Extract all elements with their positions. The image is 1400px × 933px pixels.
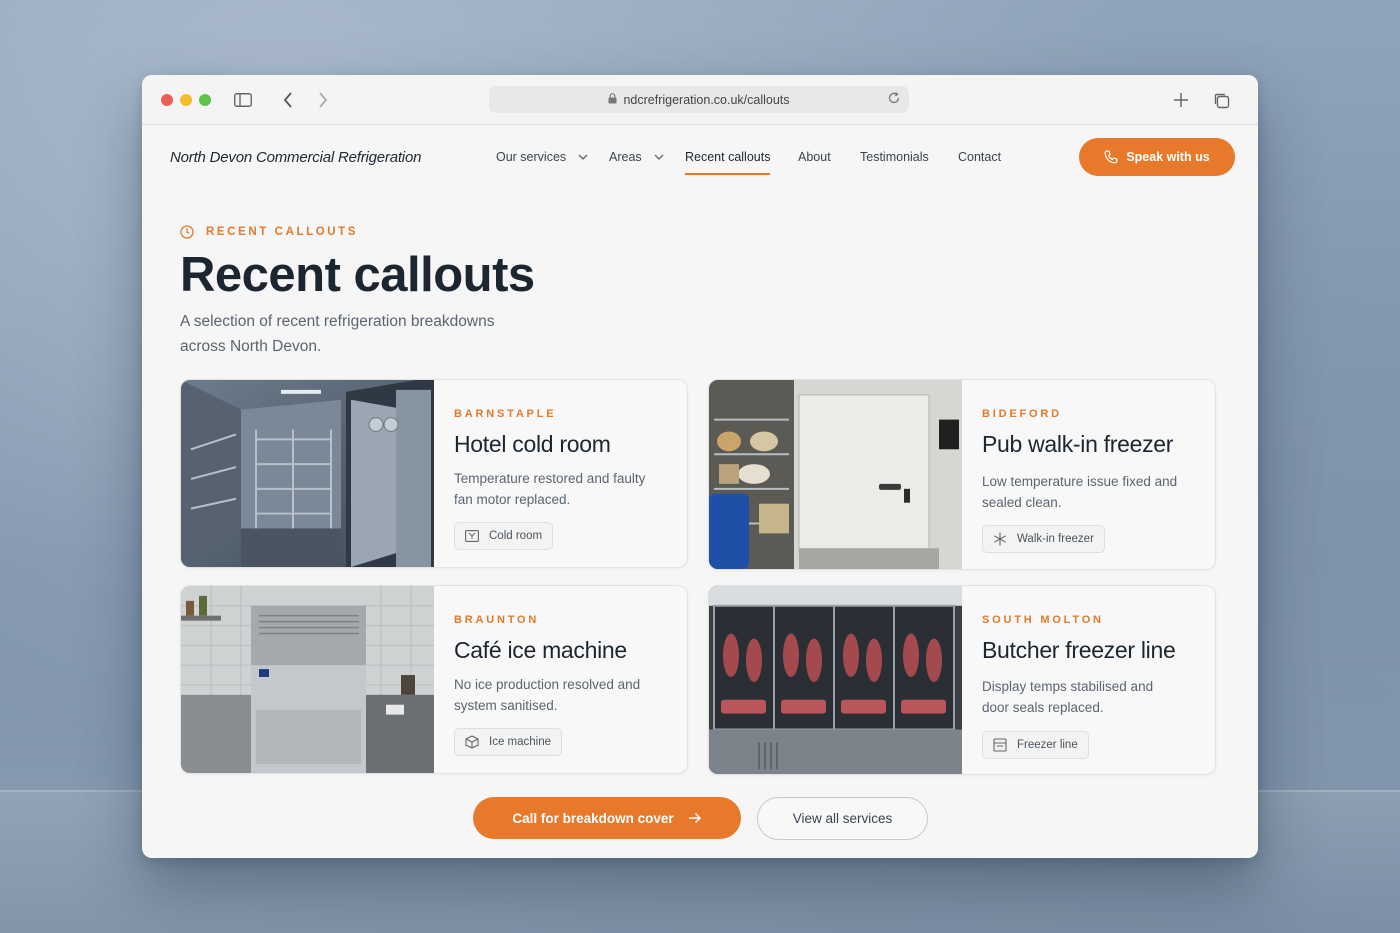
- address-bar[interactable]: ndcrefrigeration.co.uk/callouts: [489, 86, 909, 113]
- page-subtitle: A selection of recent refrigeration brea…: [180, 313, 495, 355]
- minimize-window-button[interactable]: [180, 94, 192, 106]
- nav-item-contact[interactable]: Contact: [958, 150, 1001, 164]
- nav-item-recent-callouts[interactable]: Recent callouts: [685, 150, 771, 175]
- callout-tag: Cold room: [454, 522, 554, 550]
- nav-item-label: Recent callouts: [685, 150, 771, 164]
- back-icon[interactable]: [277, 89, 299, 111]
- callout-tag-label: Freezer line: [1017, 739, 1078, 751]
- callout-card[interactable]: BIDEFORD Pub walk-in freezer Low tempera…: [708, 379, 1216, 570]
- nav-item-label: Areas: [609, 150, 642, 164]
- callout-title: Butcher freezer line: [982, 637, 1176, 663]
- secondary-cta-label: View all services: [792, 811, 893, 826]
- callout-location: BRAUNTON: [454, 614, 540, 626]
- nav-item-testimonials[interactable]: Testimonials: [860, 150, 929, 164]
- maximize-window-button[interactable]: [199, 94, 211, 106]
- url-text: ndcrefrigeration.co.uk/callouts: [623, 92, 790, 107]
- sidebar-toggle-icon[interactable]: [232, 89, 254, 111]
- primary-cta-label: Call for breakdown cover: [512, 810, 674, 826]
- callout-location: SOUTH MOLTON: [982, 614, 1104, 626]
- call-breakdown-cover-button[interactable]: Call for breakdown cover: [473, 797, 741, 839]
- page-title: Recent callouts: [180, 248, 535, 302]
- walk-in-freezer-photo: [709, 380, 962, 569]
- callout-description: Display temps stabilised and door seals …: [982, 679, 1154, 715]
- callout-title: Café ice machine: [454, 637, 627, 663]
- section-eyebrow: RECENT CALLOUTS: [180, 225, 358, 239]
- reload-icon[interactable]: [887, 91, 901, 108]
- nav-item-about[interactable]: About: [798, 150, 831, 164]
- nav-item-label: About: [798, 150, 831, 164]
- close-window-button[interactable]: [161, 94, 173, 106]
- callout-description: Low temperature issue fixed and sealed c…: [982, 474, 1178, 510]
- speak-with-us-button[interactable]: Speak with us: [1079, 138, 1235, 176]
- arrow-right-icon: [688, 812, 701, 824]
- cold-room-icon: [465, 530, 479, 542]
- nav-item-label: Our services: [496, 150, 567, 164]
- nav-item-label: Testimonials: [860, 150, 929, 164]
- new-tab-icon[interactable]: [1170, 89, 1192, 111]
- callout-title: Hotel cold room: [454, 431, 611, 457]
- freezer-icon: [993, 738, 1007, 752]
- nav-item-label: Contact: [958, 150, 1002, 164]
- callout-tag-label: Cold room: [489, 530, 543, 542]
- snowflake-icon: [994, 532, 1006, 546]
- cold-room-photo: [181, 380, 434, 567]
- callout-card[interactable]: BRAUNTON Café ice machine No ice product…: [180, 585, 688, 774]
- browser-window: ndcrefrigeration.co.uk/callouts North De…: [142, 75, 1258, 858]
- callout-title: Pub walk-in freezer: [982, 431, 1174, 457]
- nav-item-our-services[interactable]: Our services: [496, 150, 590, 164]
- callout-tag: Walk-in freezer: [982, 525, 1105, 553]
- callout-description: No ice production resolved and system sa…: [454, 677, 641, 713]
- view-all-services-button[interactable]: View all services: [757, 797, 928, 840]
- callout-location: BARNSTAPLE: [454, 408, 557, 420]
- chevron-down-icon: [578, 154, 588, 160]
- tab-overview-icon[interactable]: [1210, 89, 1232, 111]
- callout-tag: Freezer line: [982, 731, 1089, 759]
- site-header: North Devon Commercial Refrigeration Our…: [142, 125, 1258, 190]
- callout-card[interactable]: BARNSTAPLE Hotel cold room Temperature r…: [180, 379, 688, 568]
- nav-item-areas[interactable]: Areas: [609, 150, 666, 164]
- callout-tag: Ice machine: [454, 728, 563, 756]
- callout-tag-label: Ice machine: [489, 736, 552, 748]
- speak-button-label: Speak with us: [1126, 150, 1210, 164]
- callout-tag-label: Walk-in freezer: [1017, 533, 1094, 545]
- clock-icon: [180, 225, 194, 239]
- phone-icon: [1104, 150, 1118, 164]
- browser-toolbar: ndcrefrigeration.co.uk/callouts: [142, 75, 1258, 125]
- ice-cube-icon: [465, 735, 479, 749]
- forward-icon[interactable]: [312, 89, 334, 111]
- chevron-down-icon: [654, 154, 664, 160]
- lock-icon: [608, 92, 617, 107]
- butcher-freezer-photo: [709, 586, 962, 774]
- callout-location: BIDEFORD: [982, 408, 1062, 420]
- callout-card[interactable]: SOUTH MOLTON Butcher freezer line Displa…: [708, 585, 1216, 775]
- ice-machine-photo: [181, 586, 434, 773]
- eyebrow-text: RECENT CALLOUTS: [206, 226, 359, 238]
- site-logo[interactable]: North Devon Commercial Refrigeration: [170, 149, 421, 166]
- callout-description: Temperature restored and faulty fan moto…: [454, 471, 646, 507]
